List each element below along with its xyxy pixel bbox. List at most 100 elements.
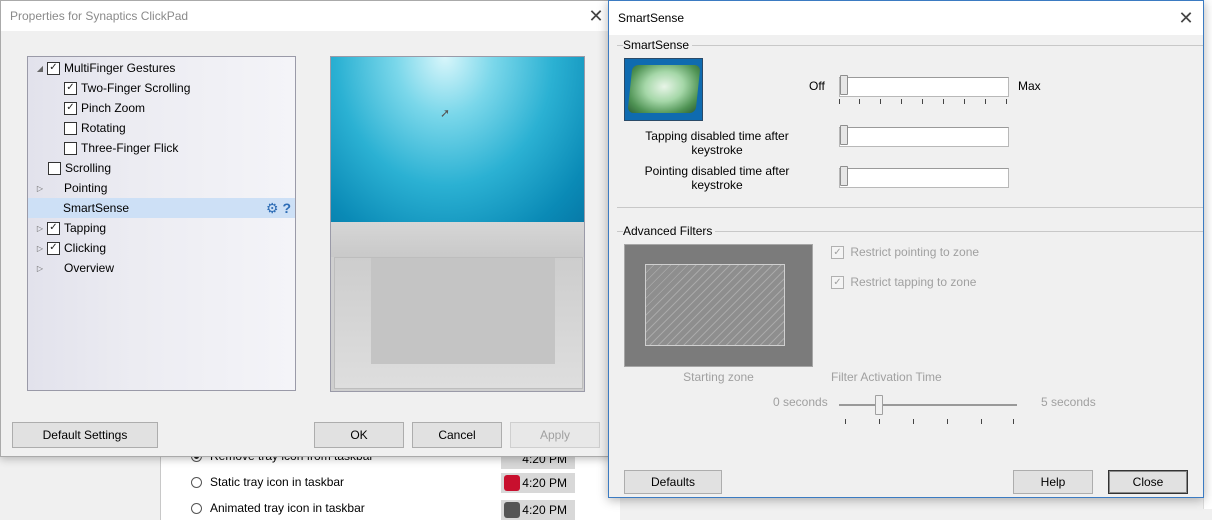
- slider-off-label: Off: [809, 79, 825, 93]
- tick: [913, 419, 914, 424]
- tree-item-pointing[interactable]: ▷ Pointing: [34, 178, 107, 198]
- properties-window: Properties for Synaptics ClickPad ✕ ◢ ✓ …: [0, 0, 612, 457]
- checkbox-clicking[interactable]: ✓: [47, 241, 60, 255]
- properties-title: Properties for Synaptics ClickPad: [10, 9, 189, 23]
- tree-item-rotating[interactable]: Rotating: [64, 118, 126, 138]
- starting-zone-area[interactable]: [645, 264, 785, 346]
- tree-item-label: Tapping: [64, 221, 107, 235]
- cancel-button[interactable]: Cancel: [412, 422, 502, 448]
- starting-zone-label: Starting zone: [683, 370, 754, 384]
- starting-zone-diagram[interactable]: [624, 244, 813, 367]
- tick: [922, 99, 923, 104]
- settings-tree: ◢ ✓ MultiFinger Gestures ✓ Two-Finger Sc…: [27, 56, 296, 391]
- tree-item-label: Three-Finger Flick: [81, 141, 179, 155]
- expand-right-icon[interactable]: ▷: [34, 264, 46, 273]
- tray-time-preview: 4:20 PM: [501, 500, 575, 520]
- preview-touchpad: [334, 257, 583, 389]
- filter-slider-thumb[interactable]: [875, 395, 883, 415]
- gear-icon[interactable]: ⚙: [266, 200, 279, 217]
- radio-static-tray[interactable]: [191, 476, 202, 488]
- tree-item-label: SmartSense: [63, 201, 130, 215]
- tray-animated-icon: [504, 502, 520, 518]
- touchpad-thumbnail: [624, 58, 703, 121]
- preview-screen: [331, 57, 584, 222]
- smartsense-window: SmartSense ✕ SmartSense Off Max Tapping …: [608, 0, 1204, 498]
- restrict-tapping-row[interactable]: ✓ Restrict tapping to zone: [831, 275, 977, 290]
- tree-item-label: MultiFinger Gestures: [64, 61, 176, 75]
- close-button[interactable]: Close: [1108, 470, 1188, 494]
- expand-right-icon[interactable]: ▷: [34, 184, 46, 193]
- tick: [859, 99, 860, 104]
- checkbox-restrict-tapping[interactable]: ✓: [831, 276, 844, 290]
- pointing-slider-track[interactable]: [839, 168, 1009, 188]
- smartsense-titlebar[interactable]: SmartSense ✕: [609, 1, 1203, 35]
- smartsense-slider-track[interactable]: [839, 77, 1009, 97]
- restrict-tapping-label: Restrict tapping to zone: [850, 275, 977, 289]
- tree-item-label: Scrolling: [65, 161, 112, 175]
- smartsense-slider-ticks: [839, 99, 1009, 105]
- tapping-disabled-label: Tapping disabled time after keystroke: [645, 129, 789, 157]
- checkbox-tapping[interactable]: ✓: [47, 221, 60, 235]
- tick: [947, 419, 948, 424]
- radio-animated-tray[interactable]: [191, 502, 202, 514]
- tree-item-label: Rotating: [81, 121, 126, 135]
- filter-slider-ticks: [845, 419, 1015, 425]
- checkbox-scrolling[interactable]: [48, 161, 61, 175]
- background-window-edge: [1203, 0, 1212, 509]
- group-label: SmartSense: [623, 38, 693, 52]
- tree-item-pinch-zoom[interactable]: ✓ Pinch Zoom: [64, 98, 145, 118]
- smartsense-title: SmartSense: [618, 11, 685, 25]
- tray-time-text: 4:20 PM: [522, 476, 567, 490]
- tick: [901, 99, 902, 104]
- preview-keyboard-edge: [331, 222, 584, 257]
- tree-item-overview[interactable]: ▷ Overview: [34, 258, 114, 278]
- tray-option-label: Static tray icon in taskbar: [210, 475, 345, 489]
- filter-slider-track[interactable]: [839, 404, 1017, 406]
- tree-item-label: Overview: [64, 261, 115, 275]
- tree-item-three-finger-flick[interactable]: Three-Finger Flick: [64, 138, 178, 158]
- pointing-disabled-label: Pointing disabled time after keystroke: [644, 164, 790, 192]
- pointing-slider-thumb[interactable]: [840, 166, 848, 186]
- checkbox-three-finger-flick[interactable]: [64, 141, 77, 155]
- checkbox-rotating[interactable]: [64, 121, 77, 135]
- help-button[interactable]: Help: [1013, 470, 1093, 494]
- help-icon[interactable]: ?: [282, 200, 291, 217]
- close-icon[interactable]: ✕: [1169, 1, 1203, 35]
- tick: [1006, 99, 1007, 104]
- checkbox-pinch-zoom[interactable]: ✓: [64, 101, 77, 115]
- tick: [985, 99, 986, 104]
- expand-down-icon[interactable]: ◢: [34, 64, 46, 73]
- expand-right-icon[interactable]: ▷: [34, 224, 46, 233]
- tick: [943, 99, 944, 104]
- tick: [845, 419, 846, 424]
- tree-item-clicking[interactable]: ▷ ✓ Clicking: [34, 238, 106, 258]
- apply-button[interactable]: Apply: [510, 422, 600, 448]
- defaults-button[interactable]: Defaults: [624, 470, 722, 494]
- group-label: Advanced Filters: [623, 224, 716, 238]
- smartsense-slider-thumb[interactable]: [840, 75, 848, 95]
- slider-max-label: Max: [1018, 79, 1041, 93]
- checkbox-restrict-pointing[interactable]: ✓: [831, 246, 844, 260]
- tapping-slider-track[interactable]: [839, 127, 1009, 147]
- tick: [879, 419, 880, 424]
- restrict-pointing-row[interactable]: ✓ Restrict pointing to zone: [831, 245, 979, 260]
- touchpad-preview: ➚: [330, 56, 585, 392]
- properties-titlebar[interactable]: Properties for Synaptics ClickPad ✕: [1, 1, 611, 31]
- tray-option-animated[interactable]: Animated tray icon in taskbar: [191, 498, 365, 518]
- checkbox-two-finger-scrolling[interactable]: ✓: [64, 81, 77, 95]
- expand-right-icon[interactable]: ▷: [34, 244, 46, 253]
- seconds-min-label: 0 seconds: [773, 395, 828, 409]
- tree-item-two-finger-scrolling[interactable]: ✓ Two-Finger Scrolling: [64, 78, 190, 98]
- tree-item-smartsense[interactable]: SmartSense ⚙ ?: [28, 198, 295, 218]
- tree-item-tapping[interactable]: ▷ ✓ Tapping: [34, 218, 106, 238]
- ok-button[interactable]: OK: [314, 422, 404, 448]
- tree-item-multifinger-gestures[interactable]: ◢ ✓ MultiFinger Gestures: [34, 58, 175, 78]
- default-settings-button[interactable]: Default Settings: [12, 422, 158, 448]
- synaptics-tray-icon: [504, 475, 520, 491]
- touchpad-thumbnail-surface: [627, 65, 701, 113]
- tree-item-scrolling[interactable]: Scrolling: [48, 158, 111, 178]
- tapping-slider-thumb[interactable]: [840, 125, 848, 145]
- tray-option-static[interactable]: Static tray icon in taskbar: [191, 472, 344, 492]
- checkbox-multifinger-gestures[interactable]: ✓: [47, 61, 60, 75]
- close-icon[interactable]: ✕: [581, 1, 611, 31]
